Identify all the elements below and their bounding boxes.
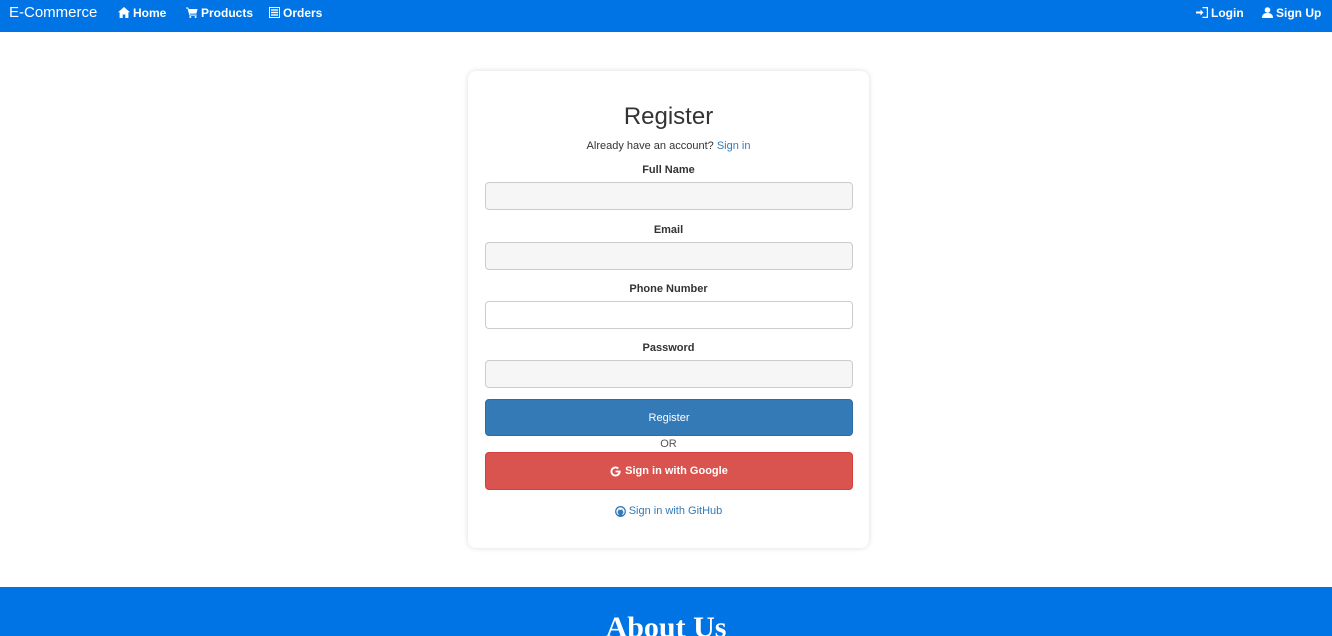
github-icon [614, 505, 629, 517]
password-input[interactable] [485, 360, 853, 388]
google-signin-button[interactable]: Sign in with Google [485, 452, 853, 490]
google-signin-label: Sign in with Google [625, 465, 728, 477]
or-divider-text: OR [660, 438, 677, 450]
top-navbar: E-Commerce Home Products Orders Login Si… [0, 0, 1332, 32]
register-button-label: Register [648, 411, 690, 424]
register-title: Register [623, 103, 714, 130]
list-icon [269, 7, 283, 18]
home-icon [118, 7, 133, 18]
login-icon [1196, 7, 1211, 18]
github-signin-link[interactable]: Sign in with GitHub [468, 505, 869, 517]
user-icon [1262, 7, 1276, 18]
nav-products-label: Products [201, 5, 254, 20]
cart-icon [186, 7, 201, 18]
nav-home-label: Home [133, 5, 167, 20]
brand-logo-text[interactable]: E-Commerce [9, 4, 97, 21]
nav-signup-link[interactable]: Sign Up [1262, 5, 1321, 20]
email-label: Email [653, 224, 684, 236]
nav-login-label: Login [1211, 5, 1244, 20]
email-input[interactable] [485, 242, 853, 270]
full-name-input[interactable] [485, 182, 853, 210]
nav-products-link[interactable]: Products [186, 5, 253, 20]
github-signin-label: Sign in with GitHub [628, 505, 723, 517]
register-button[interactable]: Register [485, 399, 853, 436]
nav-orders-label: Orders [283, 5, 323, 20]
google-icon [610, 466, 625, 477]
signin-link[interactable]: Sign in [717, 140, 751, 152]
about-section: About Us [0, 587, 1332, 636]
nav-login-link[interactable]: Login [1196, 5, 1244, 20]
about-title: About Us [605, 611, 727, 636]
nav-signup-label: Sign Up [1276, 5, 1322, 20]
phone-number-label: Phone Number [629, 283, 708, 295]
signin-prompt-text: Already have an account? [586, 140, 714, 152]
phone-number-input[interactable] [485, 301, 853, 329]
nav-home-link[interactable]: Home [118, 5, 166, 20]
signin-prompt: Already have an account? Sign in [468, 140, 869, 153]
register-card: Register Already have an account? Sign i… [468, 71, 869, 548]
password-label: Password [642, 342, 695, 354]
nav-orders-link[interactable]: Orders [269, 5, 322, 20]
full-name-label: Full Name [642, 164, 695, 176]
